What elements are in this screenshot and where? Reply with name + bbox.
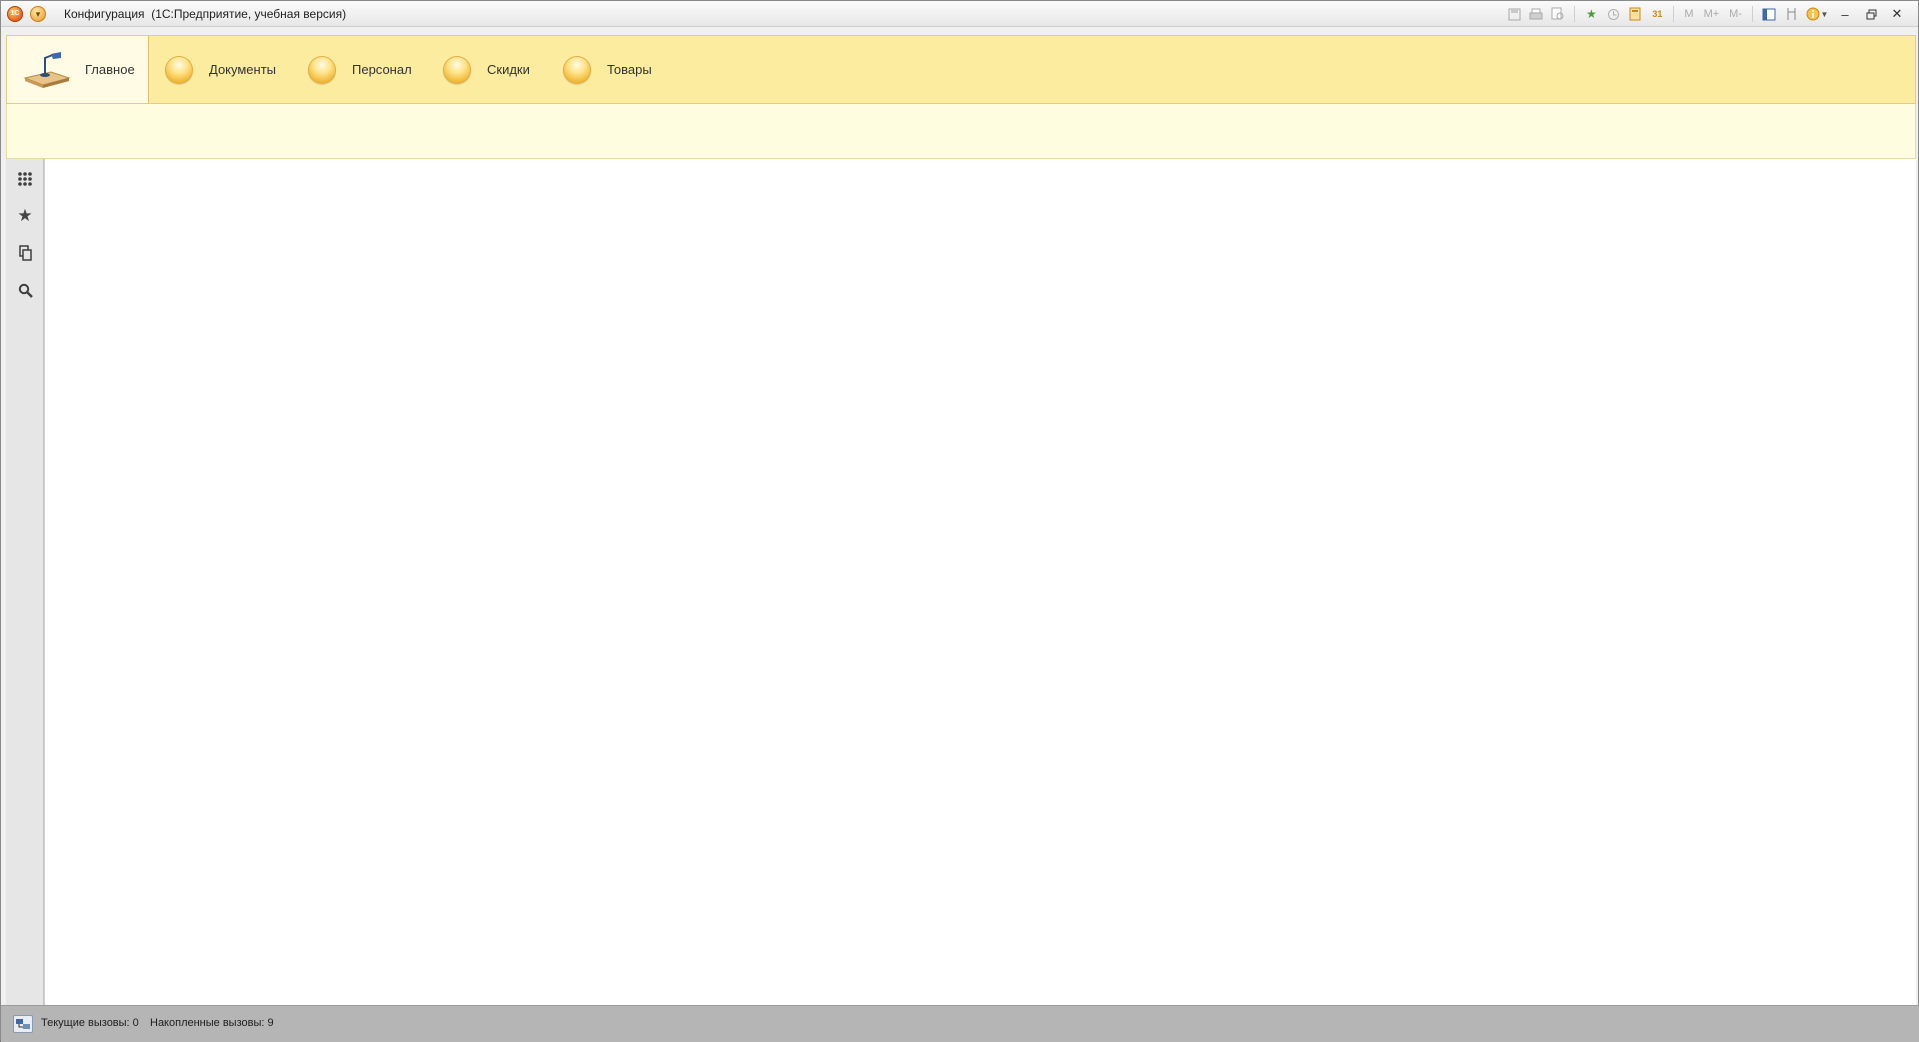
bulb-icon xyxy=(308,55,336,84)
window-title: Конфигурация (1С:Предприятие, учебная ве… xyxy=(64,7,347,21)
app-window: 1С ▾ Конфигурация (1С:Предприятие, учебн… xyxy=(0,0,1919,1042)
desktop-icon xyxy=(21,48,73,92)
work-area xyxy=(44,159,1916,1005)
info-icon[interactable]: ▼ xyxy=(1804,5,1830,23)
section-label: Товары xyxy=(607,62,652,77)
favorites-icon[interactable]: ★ xyxy=(15,206,35,226)
search-icon[interactable] xyxy=(15,280,35,300)
toolbar-separator xyxy=(1574,6,1576,22)
restore-button[interactable] xyxy=(1860,5,1882,23)
section-goods[interactable]: Товары xyxy=(563,36,652,103)
section-discounts[interactable]: Скидки xyxy=(443,36,530,103)
accumulated-calls-label: Накопленные вызовы: 9 xyxy=(150,1017,274,1029)
save-icon[interactable] xyxy=(1505,5,1523,23)
tools-icon[interactable] xyxy=(1782,5,1800,23)
section-label: Документы xyxy=(209,62,277,77)
preview-icon[interactable] xyxy=(1549,5,1567,23)
toolbar-separator xyxy=(1752,6,1753,22)
section-label: Персонал xyxy=(352,62,412,77)
history-icon[interactable] xyxy=(1604,5,1622,23)
section-label: Скидки xyxy=(487,62,530,77)
bulb-icon xyxy=(165,55,193,84)
panels-layout-icon[interactable] xyxy=(1760,5,1778,23)
bulb-icon xyxy=(443,55,471,84)
calculator-icon[interactable] xyxy=(1626,5,1644,23)
memory-minus-button[interactable]: M- xyxy=(1726,5,1745,23)
sections-panel: Главное Документы Персонал Скидки Товары xyxy=(6,35,1916,104)
all-functions-icon[interactable] xyxy=(15,169,35,189)
toolbar-separator xyxy=(1673,6,1675,22)
add-favorite-icon[interactable]: ★ xyxy=(1582,5,1600,23)
memory-m-button[interactable]: M xyxy=(1681,5,1696,23)
title-bar: 1С ▾ Конфигурация (1С:Предприятие, учебн… xyxy=(1,1,1918,27)
minimize-button[interactable]: – xyxy=(1834,5,1856,23)
section-main[interactable]: Главное xyxy=(7,36,149,103)
calendar-icon[interactable]: 31 xyxy=(1648,5,1666,23)
status-bar: Текущие вызовы: 0 Накопленные вызовы: 9 xyxy=(1,1005,1919,1042)
server-calls-icon[interactable] xyxy=(13,1015,33,1033)
app-logo-icon[interactable]: 1С xyxy=(7,6,23,22)
tools-panel: ★ xyxy=(6,159,44,1005)
section-label: Главное xyxy=(85,62,135,77)
main-menu-icon[interactable]: ▾ xyxy=(30,6,46,22)
print-icon[interactable] xyxy=(1527,5,1545,23)
calendar-day-label: 31 xyxy=(1652,9,1663,19)
history-icon[interactable] xyxy=(15,243,35,263)
section-personnel[interactable]: Персонал xyxy=(308,36,412,103)
bulb-icon xyxy=(563,55,591,84)
current-calls-label: Текущие вызовы: 0 xyxy=(41,1017,139,1029)
section-documents[interactable]: Документы xyxy=(165,36,276,103)
title-toolbar: ★ 31 M M+ M- ▼ – ✕ xyxy=(1505,4,1908,24)
memory-plus-button[interactable]: M+ xyxy=(1701,5,1723,23)
command-panel xyxy=(6,104,1916,159)
close-button[interactable]: ✕ xyxy=(1886,5,1908,23)
